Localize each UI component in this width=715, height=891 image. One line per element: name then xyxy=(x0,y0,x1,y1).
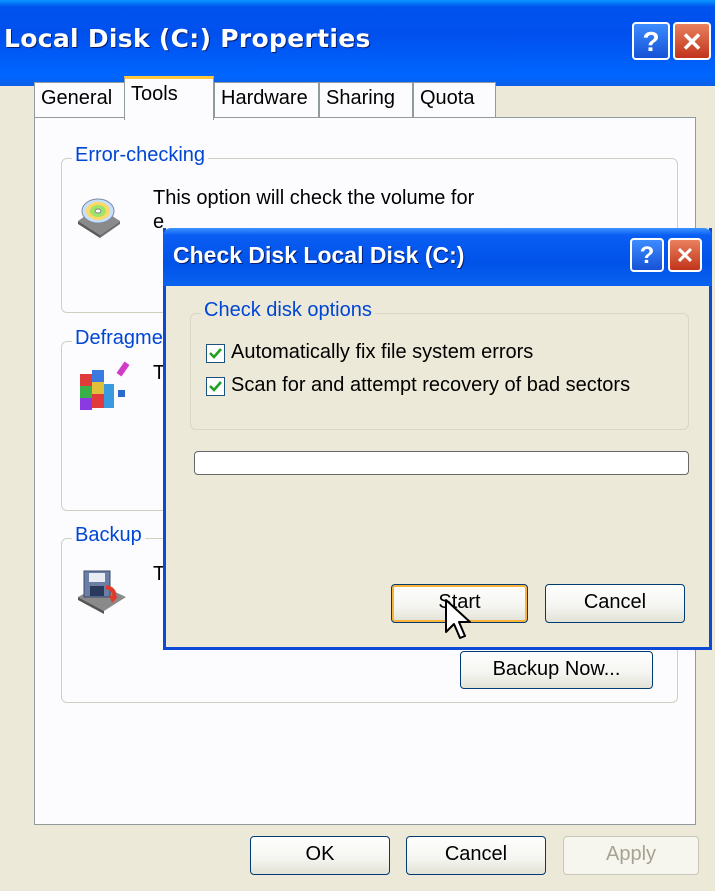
checkmark-icon xyxy=(209,348,222,359)
tab-general[interactable]: General xyxy=(34,82,125,118)
close-button[interactable]: ✕ xyxy=(673,22,711,60)
dialog-title: Check Disk Local Disk (C:) xyxy=(173,242,465,268)
disk-check-icon xyxy=(78,198,120,238)
backup-title: Backup xyxy=(72,524,145,547)
dialog-cancel-button[interactable]: Cancel xyxy=(545,584,685,623)
dialog-close-button[interactable]: ✕ xyxy=(668,238,702,272)
window-titlebar[interactable]: Local Disk (C:) Properties ? ✕ xyxy=(0,0,715,86)
fix-errors-label[interactable]: Automatically fix file system errors xyxy=(231,341,533,364)
backup-icon xyxy=(78,570,126,614)
check-disk-progress-bar xyxy=(194,451,689,475)
ok-button[interactable]: OK xyxy=(250,836,390,875)
dialog-titlebar[interactable]: Check Disk Local Disk (C:) ? ✕ xyxy=(163,228,712,286)
apply-button[interactable]: Apply xyxy=(563,836,699,875)
cancel-button[interactable]: Cancel xyxy=(406,836,546,875)
check-disk-options-group: Check disk options Automatically fix fil… xyxy=(190,299,689,430)
tab-hardware[interactable]: Hardware xyxy=(214,82,319,118)
scan-bad-sectors-checkbox[interactable] xyxy=(206,377,225,396)
check-disk-dialog: Check Disk Local Disk (C:) ? ✕ Check dis… xyxy=(163,228,712,650)
tab-quota[interactable]: Quota xyxy=(413,82,496,118)
fix-errors-checkbox[interactable] xyxy=(206,344,225,363)
help-button[interactable]: ? xyxy=(632,22,670,60)
error-checking-description: This option will check the volume for xyxy=(153,187,475,209)
error-checking-title: Error-checking xyxy=(72,144,209,167)
tab-sharing[interactable]: Sharing xyxy=(319,82,413,118)
backup-now-button[interactable]: Backup Now... xyxy=(460,651,653,689)
check-disk-options-title: Check disk options xyxy=(201,299,375,322)
mouse-cursor-icon xyxy=(445,599,471,639)
scan-bad-sectors-label[interactable]: Scan for and attempt recovery of bad sec… xyxy=(231,374,630,397)
window-title: Local Disk (C:) Properties xyxy=(4,24,371,53)
defrag-icon xyxy=(80,361,130,410)
checkmark-icon xyxy=(209,381,222,392)
tab-tools[interactable]: Tools xyxy=(124,76,214,120)
dialog-help-button[interactable]: ? xyxy=(630,238,664,272)
defrag-title: Defragme xyxy=(72,327,166,350)
